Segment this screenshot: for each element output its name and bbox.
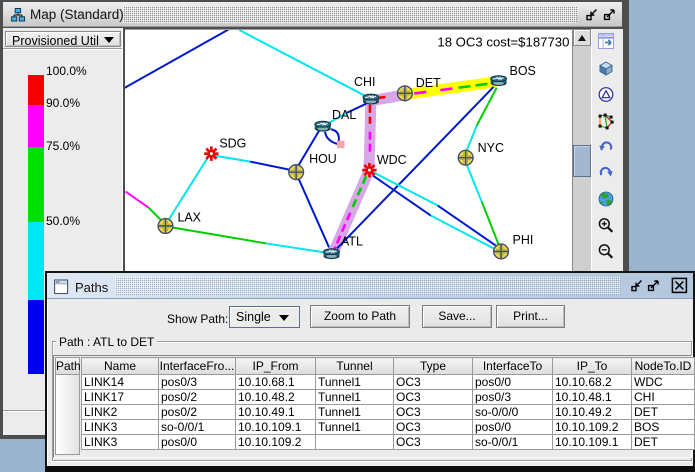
svg-text:SDG: SDG xyxy=(219,137,246,151)
svg-text:DET: DET xyxy=(416,76,441,90)
svg-text:ATL: ATL xyxy=(341,234,363,248)
svg-text:WDC: WDC xyxy=(377,153,407,167)
svg-text:DAL: DAL xyxy=(332,108,356,122)
svg-text:BOS: BOS xyxy=(510,64,536,78)
svg-text:NYC: NYC xyxy=(478,141,504,155)
svg-text:CHI: CHI xyxy=(354,75,375,89)
svg-text:HOU: HOU xyxy=(309,152,337,166)
svg-text:18 OC3 cost=$187730: 18 OC3 cost=$187730 xyxy=(437,34,569,49)
svg-text:LAX: LAX xyxy=(177,210,201,224)
svg-text:PHI: PHI xyxy=(513,233,534,247)
